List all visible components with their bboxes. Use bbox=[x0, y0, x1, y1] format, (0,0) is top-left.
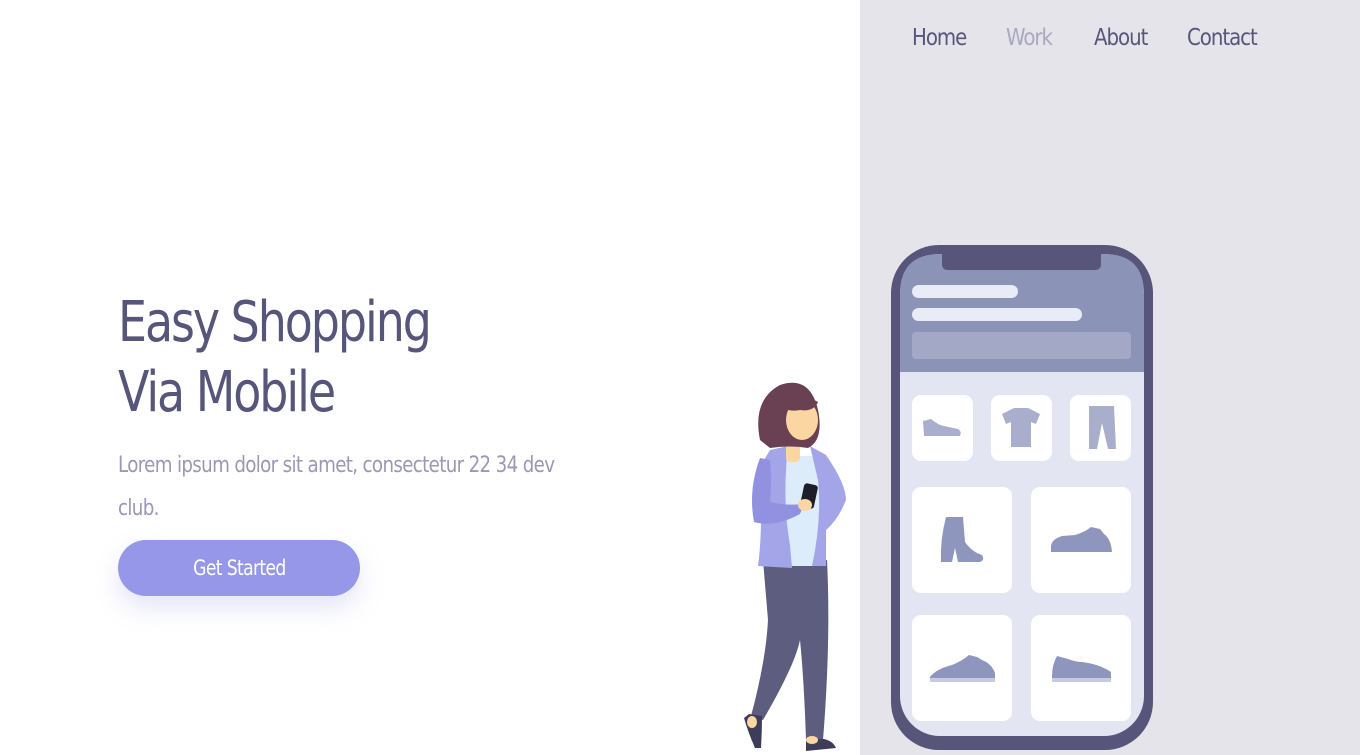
hero-title-line-2: Via Mobile bbox=[118, 360, 336, 425]
get-started-button[interactable]: Get Started bbox=[118, 540, 360, 596]
nav-about-link[interactable]: About bbox=[1094, 25, 1148, 51]
hero-title-line-1: Easy Shopping bbox=[118, 290, 432, 355]
get-started-label: Get Started bbox=[192, 556, 286, 580]
right-panel-background bbox=[860, 0, 1360, 755]
main-nav: Home Work About Contact bbox=[912, 20, 1259, 56]
nav-work-link[interactable]: Work bbox=[1006, 25, 1053, 51]
nav-contact-link[interactable]: Contact bbox=[1187, 25, 1258, 51]
hero-subtitle: Lorem ipsum dolor sit amet, consectetur … bbox=[118, 453, 555, 521]
hero-title: Easy Shopping Via Mobile bbox=[118, 288, 528, 428]
nav-home-link[interactable]: Home bbox=[912, 25, 967, 51]
woman-illustration bbox=[744, 382, 846, 751]
